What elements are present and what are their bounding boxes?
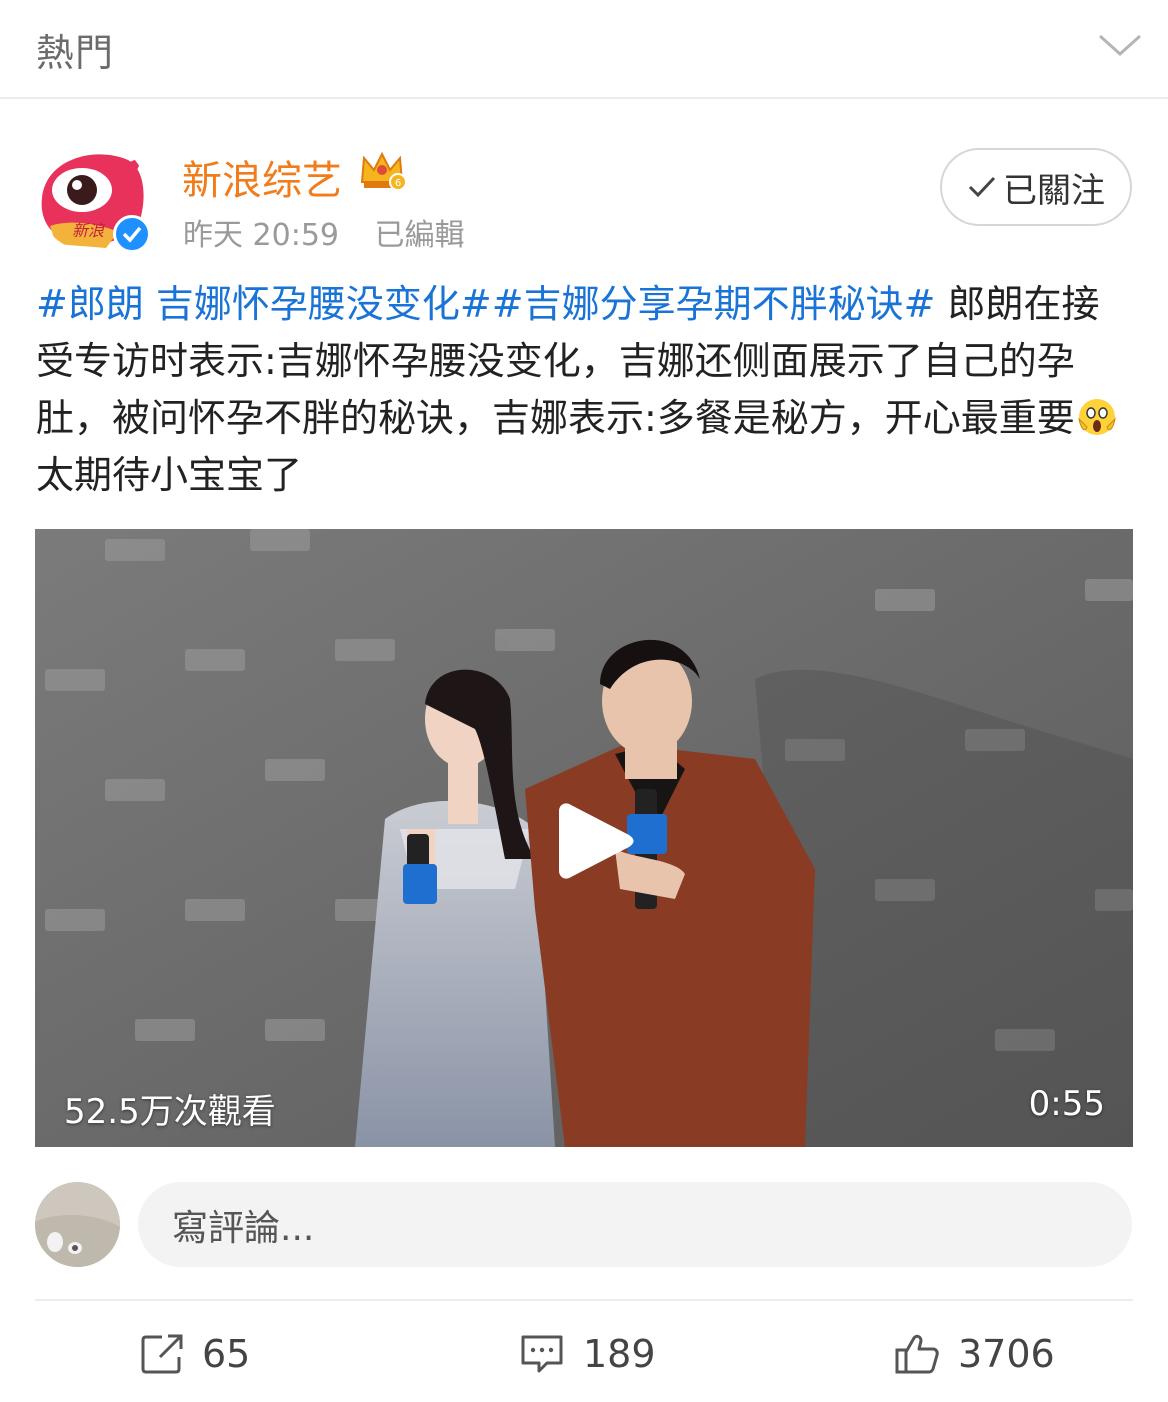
post-text: #郎朗 吉娜怀孕腰没变化##吉娜分享孕期不胖秘诀# 郎朗在接受专访时表示:吉娜怀…	[36, 276, 1136, 504]
page-title: 熱門	[36, 31, 115, 75]
play-icon[interactable]	[551, 797, 639, 885]
comment-input[interactable]: 寫評論...	[138, 1182, 1132, 1267]
post-meta: 昨天 20:59 已編輯	[183, 210, 465, 254]
edited-label: 已編輯	[374, 218, 465, 253]
comment-count: 189	[583, 1332, 656, 1376]
comment-button[interactable]: 189	[519, 1326, 656, 1382]
hashtag-link[interactable]: #郎朗 吉娜怀孕腰没变化#	[36, 282, 492, 326]
hashtag-link[interactable]: #吉娜分享孕期不胖秘诀#	[492, 282, 936, 326]
crown-badge-icon: 6	[360, 151, 406, 191]
post-body-end: 太期待小宝宝了	[36, 453, 303, 497]
comment-icon	[521, 1335, 563, 1373]
avatar-brand-text: 新浪	[72, 221, 105, 240]
divider	[35, 1299, 1133, 1301]
chevron-down-icon[interactable]	[1096, 28, 1144, 62]
follow-label: 已關注	[1003, 170, 1105, 211]
like-count: 3706	[958, 1332, 1055, 1376]
user-avatar[interactable]	[35, 1182, 120, 1267]
verified-icon	[113, 215, 151, 253]
repost-icon	[141, 1334, 183, 1374]
svg-text:6: 6	[395, 178, 401, 189]
post-time: 昨天 20:59	[183, 218, 339, 253]
scream-emoji-icon	[1077, 399, 1116, 435]
view-count: 52.5万次觀看	[64, 1092, 276, 1132]
thumbs-up-icon	[895, 1334, 939, 1374]
check-icon	[968, 176, 996, 198]
like-button[interactable]: 3706	[894, 1326, 1055, 1382]
video-player[interactable]: 52.5万次觀看 0:55	[35, 529, 1133, 1147]
video-duration: 0:55	[1028, 1084, 1105, 1124]
top-bar: 熱門	[0, 0, 1168, 99]
follow-button[interactable]: 已關注	[940, 148, 1132, 226]
comment-placeholder: 寫評論...	[172, 1207, 315, 1249]
author-name[interactable]: 新浪综艺	[182, 148, 342, 206]
repost-count: 65	[202, 1332, 251, 1376]
repost-button[interactable]: 65	[140, 1326, 250, 1382]
